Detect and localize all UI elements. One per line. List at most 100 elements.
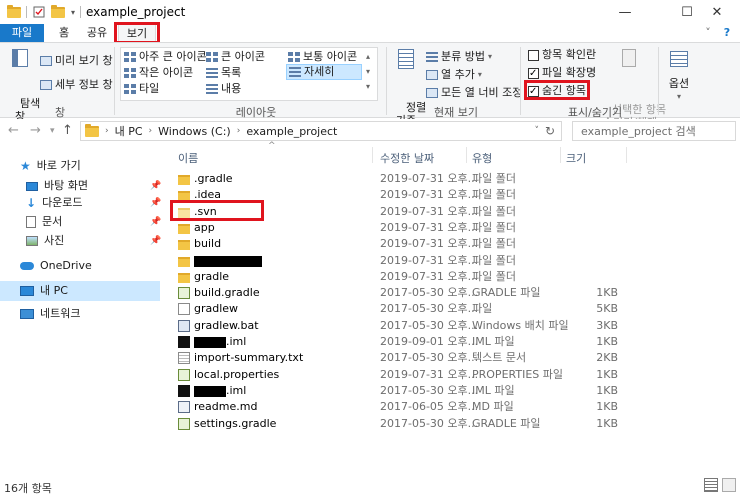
close-button[interactable]: ✕ bbox=[694, 0, 740, 24]
file-row[interactable]: gradlew.bat 2017-05-30 오후... Windows 배치 파일… bbox=[174, 318, 644, 334]
column-header-date[interactable]: 수정한 날짜 bbox=[380, 150, 434, 166]
file-size: 1KB bbox=[596, 335, 618, 348]
address-bar[interactable]: › 내 PC › Windows (C:) › example_project … bbox=[80, 121, 562, 141]
nav-desktop[interactable]: 바탕 화면 bbox=[26, 177, 88, 195]
nav-pictures[interactable]: 사진 bbox=[26, 232, 64, 250]
up-icon[interactable]: ↑ bbox=[62, 123, 73, 138]
hidden-items-toggle[interactable]: 숨긴 항목 bbox=[528, 83, 586, 100]
pin-icon: 📌 bbox=[150, 217, 162, 227]
layout-tiles[interactable]: 타일 bbox=[124, 81, 159, 97]
nav-network[interactable]: 네트워크 bbox=[20, 305, 80, 323]
file-row[interactable]: 2019-07-31 오후... 파일 폴더 bbox=[174, 253, 644, 269]
file-type: Windows 배치 파일 bbox=[472, 318, 569, 332]
nav-onedrive[interactable]: OneDrive bbox=[20, 257, 92, 275]
fit-columns-button[interactable]: 모든 열 너비 조정 bbox=[426, 85, 522, 101]
layout-medium[interactable]: 보통 아이콘 bbox=[288, 49, 357, 65]
file-row[interactable]: .iml 2017-05-30 오후... IML 파일 1KB bbox=[174, 383, 644, 399]
nav-downloads[interactable]: ↓ 다운로드 bbox=[26, 194, 83, 212]
file-type: 파일 폴더 bbox=[472, 253, 516, 267]
file-row[interactable]: local.properties 2019-07-31 오후... PROPERTI… bbox=[174, 367, 644, 383]
layout-content[interactable]: 내용 bbox=[206, 81, 241, 97]
tab-share[interactable]: 공유 bbox=[80, 24, 114, 42]
options-button[interactable]: 옵션 ▾ bbox=[664, 51, 694, 103]
properties-icon[interactable] bbox=[32, 4, 46, 20]
collapse-ribbon-icon[interactable]: ˅ bbox=[700, 24, 716, 42]
file-row[interactable]: .idea 2019-07-31 오후... 파일 폴더 bbox=[174, 187, 644, 203]
file-row[interactable]: build.gradle 2017-05-30 오후... GRADLE 파일 1KB bbox=[174, 285, 644, 301]
file-type: 파일 폴더 bbox=[472, 204, 516, 218]
column-header-size[interactable]: 크기 bbox=[566, 150, 586, 166]
file-row[interactable]: import-summary.txt 2017-05-30 오후... 텍스트 문서… bbox=[174, 350, 644, 366]
breadcrumb-folder[interactable]: example_project bbox=[246, 125, 337, 138]
folder-icon bbox=[178, 207, 190, 218]
list-view-icon bbox=[206, 68, 218, 78]
cloud-icon bbox=[20, 262, 34, 270]
file-row[interactable]: build 2019-07-31 오후... 파일 폴더 bbox=[174, 236, 644, 252]
details-view-toggle-icon[interactable] bbox=[704, 478, 718, 492]
breadcrumb-this-pc[interactable]: 내 PC bbox=[115, 123, 143, 139]
hidden-items-checkbox[interactable] bbox=[528, 84, 539, 100]
add-columns-button[interactable]: 열 추가 ▾ bbox=[426, 67, 482, 83]
file-row[interactable]: .iml 2019-09-01 오후... IML 파일 1KB bbox=[174, 334, 644, 350]
tab-file[interactable]: 파일 bbox=[0, 24, 44, 42]
tab-view[interactable]: 보기 bbox=[118, 24, 156, 42]
tab-home[interactable]: 홈 bbox=[50, 24, 78, 42]
file-name: local.properties bbox=[194, 367, 280, 381]
address-dropdown-icon[interactable]: ˅ bbox=[535, 126, 540, 136]
back-icon[interactable]: ← bbox=[8, 123, 19, 138]
layout-small-label: 작은 아이콘 bbox=[139, 66, 194, 79]
file-size: 1KB bbox=[596, 286, 618, 300]
layout-extra-large-label: 아주 큰 아이콘 bbox=[139, 50, 207, 63]
file-date: 2019-07-31 오후... bbox=[380, 220, 479, 234]
layout-small[interactable]: 작은 아이콘 bbox=[124, 65, 193, 81]
nav-this-pc-label: 내 PC bbox=[40, 284, 68, 297]
breadcrumb-drive[interactable]: Windows (C:) bbox=[158, 125, 231, 138]
layout-scroll-icon[interactable]: ▴ ▾ ▾ bbox=[366, 49, 376, 94]
column-header-name[interactable]: 이름 bbox=[178, 150, 198, 166]
item-checkboxes-toggle[interactable]: 항목 확인란 bbox=[528, 47, 596, 63]
nav-onedrive-label: OneDrive bbox=[40, 259, 92, 272]
column-separator[interactable] bbox=[626, 147, 627, 163]
nav-documents[interactable]: 문서 bbox=[26, 213, 62, 231]
layout-details[interactable]: 자세히 bbox=[286, 64, 362, 80]
file-row[interactable]: app 2019-07-31 오후... 파일 폴더 bbox=[174, 220, 644, 236]
file-date: 2017-05-30 오후... bbox=[380, 416, 479, 430]
help-icon[interactable]: ? bbox=[718, 24, 736, 42]
details-pane-button[interactable]: 세부 정보 창 bbox=[40, 77, 113, 93]
folder-icon bbox=[178, 272, 190, 283]
file-row[interactable]: settings.gradle 2017-05-30 오후... GRADLE 파일… bbox=[174, 416, 644, 432]
minimize-button[interactable]: — bbox=[602, 0, 648, 24]
item-count: 16개 항목 bbox=[4, 482, 52, 495]
recent-dropdown-icon[interactable]: ▾ bbox=[50, 126, 55, 136]
customize-dropdown-icon[interactable]: ▾ bbox=[68, 4, 78, 20]
file-row[interactable]: gradlew 2017-05-30 오후... 파일 5KB bbox=[174, 301, 644, 317]
hidden-items-label: 숨긴 항목 bbox=[542, 84, 586, 97]
new-folder-icon[interactable] bbox=[50, 4, 66, 20]
file-row[interactable]: .svn 2019-07-31 오후... 파일 폴더 bbox=[174, 204, 644, 220]
file-extensions-checkbox[interactable] bbox=[528, 66, 539, 82]
search-input[interactable]: example_project 검색 bbox=[572, 121, 736, 141]
preview-pane-button[interactable]: 미리 보기 창 bbox=[40, 53, 113, 69]
forward-icon[interactable]: → bbox=[30, 123, 41, 138]
fit-columns-label: 모든 열 너비 조정 bbox=[441, 86, 523, 99]
nav-quick-access[interactable]: ★ 바로 가기 bbox=[20, 157, 81, 175]
layout-large[interactable]: 큰 아이콘 bbox=[206, 49, 265, 65]
layout-list[interactable]: 목록 bbox=[206, 65, 241, 81]
group-by-button[interactable]: 분류 방법 ▾ bbox=[426, 49, 492, 65]
file-row[interactable]: readme.md 2017-06-05 오후... MD 파일 1KB bbox=[174, 399, 644, 415]
column-separator[interactable] bbox=[560, 147, 561, 163]
file-row[interactable]: .gradle 2019-07-31 오후... 파일 폴더 bbox=[174, 171, 644, 187]
layout-extra-large[interactable]: 아주 큰 아이콘 bbox=[124, 49, 207, 65]
nav-this-pc[interactable]: 내 PC bbox=[20, 282, 68, 300]
details-view-icon bbox=[289, 67, 301, 77]
file-row[interactable]: gradle 2019-07-31 오후... 파일 폴더 bbox=[174, 269, 644, 285]
column-header-type[interactable]: 유형 bbox=[472, 150, 492, 166]
refresh-icon[interactable]: ↻ bbox=[545, 124, 555, 138]
chevron-right-icon: › bbox=[236, 126, 241, 136]
column-separator[interactable] bbox=[372, 147, 373, 163]
column-separator[interactable] bbox=[466, 147, 467, 163]
large-icons-toggle-icon[interactable] bbox=[722, 478, 736, 492]
item-checkboxes-checkbox[interactable] bbox=[528, 49, 539, 61]
file-extensions-toggle[interactable]: 파일 확장명 bbox=[528, 65, 596, 82]
layout-tiles-label: 타일 bbox=[139, 82, 160, 95]
